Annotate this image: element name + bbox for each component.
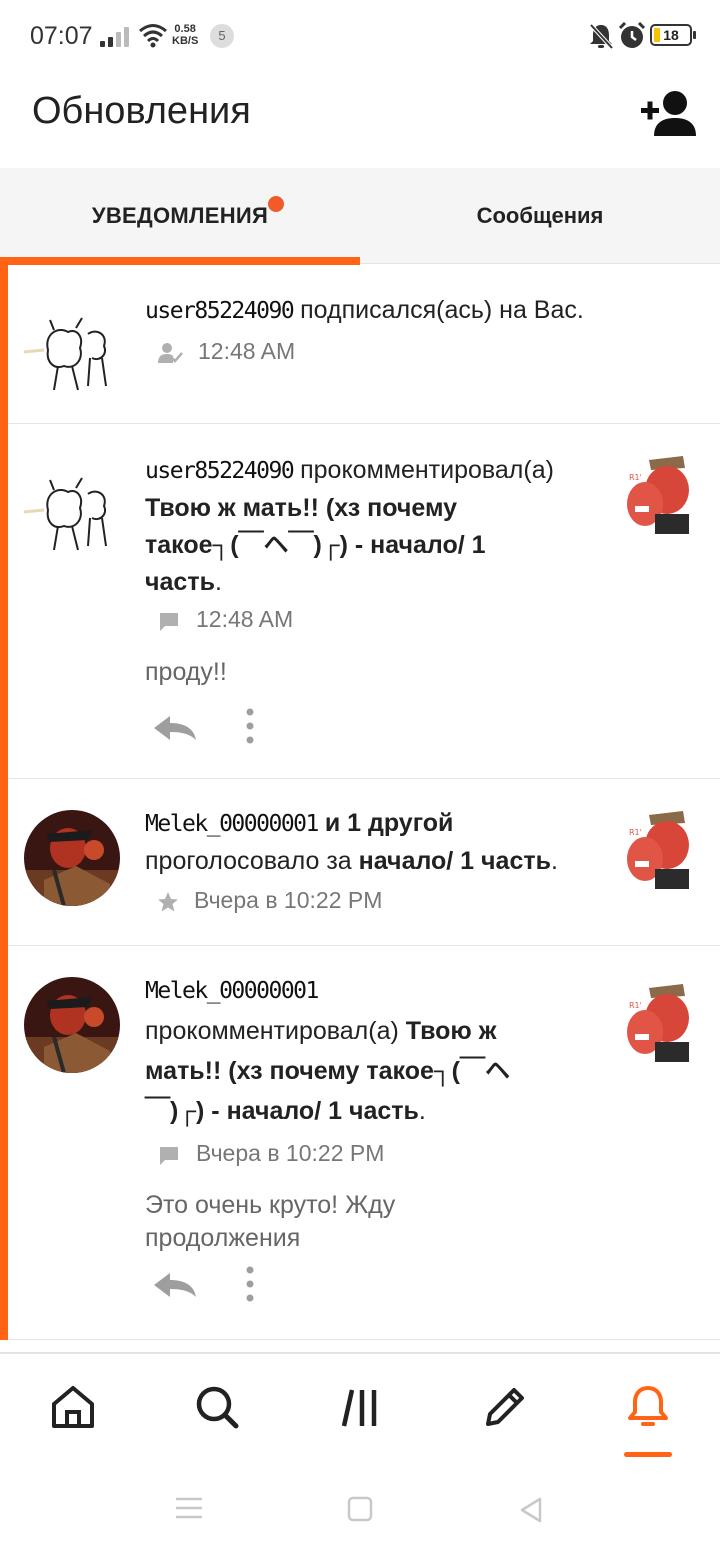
bottom-navigation — [0, 1352, 720, 1464]
svg-text:R1': R1' — [629, 473, 642, 482]
tab-bar: УВЕДОМЛЕНИЯ Сообщения — [0, 168, 720, 265]
notification-time: 12:48 AM — [196, 606, 294, 632]
user-avatar[interactable] — [24, 810, 120, 906]
notification-action: прокомментировал(а) — [145, 1017, 406, 1045]
unread-marker — [0, 264, 8, 1340]
notification-item[interactable]: R1' user85224090 прокомментировал(а) Тво… — [8, 424, 720, 779]
active-nav-indicator — [624, 1452, 672, 1457]
signal-icon — [100, 27, 129, 47]
notification-item[interactable]: R1' Melek_00000001 и 1 другой проголосов… — [8, 779, 720, 946]
battery-level: 18 — [663, 27, 679, 43]
story-title-line[interactable]: ￣)┌) - начало/ 1 часть — [145, 1097, 419, 1125]
notification-item[interactable]: user85224090 подписался(ась) на Вас. 12:… — [8, 264, 720, 424]
write-icon[interactable] — [480, 1382, 530, 1432]
comment-text: проду!! — [145, 658, 227, 686]
username-link[interactable]: user85224090 — [145, 458, 295, 484]
notifications-feed[interactable]: user85224090 подписался(ась) на Вас. 12:… — [0, 264, 720, 1340]
notification-action: проголосовало за — [145, 847, 359, 875]
notification-action: прокомментировал(а) — [293, 456, 554, 484]
back-icon[interactable] — [518, 1496, 544, 1524]
library-icon[interactable] — [336, 1382, 386, 1432]
network-speed: 0.58 KB/S — [172, 23, 198, 47]
story-thumbnail[interactable]: R1' — [625, 974, 695, 1062]
svg-text:R1': R1' — [629, 828, 642, 837]
tab-notifications-label: УВЕДОМЛЕНИЯ — [91, 203, 269, 228]
unread-dot — [268, 196, 284, 212]
username-link[interactable]: Melek_00000001 — [145, 811, 319, 837]
alarm-icon — [618, 22, 646, 48]
story-title-line: Твою ж мать!! (хз почему — [145, 494, 458, 522]
network-speed-value: 0.58 — [174, 23, 196, 35]
search-icon[interactable] — [192, 1382, 242, 1432]
user-avatar[interactable] — [24, 300, 120, 396]
story-thumbnail[interactable]: R1' — [625, 446, 695, 534]
battery-tip — [693, 31, 696, 39]
reply-icon[interactable] — [150, 1267, 200, 1301]
story-title-link[interactable]: Твою ж — [406, 1017, 497, 1045]
status-time: 07:07 — [30, 22, 93, 50]
comment-icon — [160, 1146, 178, 1165]
notification-text: user85224090 подписался(ась) на Вас. — [145, 292, 584, 330]
notification-meta: Вчера в 10:22 PM — [156, 887, 382, 914]
wifi-icon — [139, 24, 167, 48]
notification-meta: Вчера в 10:22 PM — [156, 1140, 384, 1167]
follow-icon — [158, 342, 183, 363]
notification-text: Melek_00000001 прокомментировал(а) Твою … — [145, 970, 615, 1131]
more-options-icon[interactable] — [242, 1264, 258, 1304]
app-header: Обновления — [0, 72, 720, 168]
notification-time: Вчера в 10:22 PM — [196, 1140, 385, 1166]
system-navigation — [0, 1464, 720, 1560]
notification-time: Вчера в 10:22 PM — [194, 887, 383, 913]
notification-text: user85224090 прокомментировал(а) Твою ж … — [145, 452, 615, 601]
home-button-icon[interactable] — [347, 1496, 373, 1522]
add-friend-icon[interactable] — [638, 88, 698, 140]
battery-fill — [654, 28, 660, 42]
comment-icon — [160, 612, 178, 631]
comment-text: Это очень круто! Жду продолжения — [145, 1189, 395, 1255]
notification-time: 12:48 AM — [198, 338, 296, 364]
username-link[interactable]: Melek_00000001 — [145, 978, 319, 1004]
username-link[interactable]: user85224090 — [145, 298, 295, 324]
notification-action: подписался(ась) на Вас. — [293, 296, 584, 324]
page-title: Обновления — [32, 90, 251, 132]
star-icon — [158, 891, 178, 912]
sentence-period: . — [550, 847, 558, 875]
sentence-period: . — [418, 1097, 426, 1125]
story-thumbnail[interactable]: R1' — [625, 801, 695, 889]
battery-indicator: 18 — [650, 24, 696, 46]
recent-apps-icon[interactable] — [174, 1496, 204, 1520]
comment-line: продолжения — [145, 1224, 301, 1252]
svg-text:R1': R1' — [629, 1001, 642, 1010]
tab-notifications[interactable]: УВЕДОМЛЕНИЯ — [0, 168, 360, 264]
home-icon[interactable] — [48, 1382, 98, 1432]
notification-text: Melek_00000001 и 1 другой проголосовало … — [145, 805, 615, 880]
story-title-line[interactable]: мать!! (хз почему такое┐(￣ヘ — [145, 1051, 615, 1091]
reply-icon[interactable] — [150, 710, 200, 744]
notification-meta: 12:48 AM — [156, 338, 295, 365]
and-others-link[interactable]: и 1 другой — [318, 809, 454, 837]
sentence-period: . — [214, 568, 222, 596]
story-title-line: часть — [145, 568, 215, 596]
comment-line: Это очень круто! Жду — [145, 1191, 396, 1219]
tab-messages[interactable]: Сообщения — [360, 168, 720, 264]
notification-item[interactable]: R1' Melek_00000001 прокомментировал(а) Т… — [8, 946, 720, 1340]
user-avatar[interactable] — [24, 977, 120, 1073]
story-title-link[interactable]: начало/ 1 часть — [359, 847, 551, 875]
network-speed-unit: KB/S — [172, 35, 199, 47]
notification-count-badge: 5 — [210, 24, 234, 48]
bell-icon[interactable] — [623, 1382, 673, 1432]
story-title-link[interactable]: Твою ж мать!! (хз почему такое┐(￣ヘ￣)┌) -… — [145, 490, 615, 601]
muted-bell-icon — [589, 23, 614, 50]
user-avatar[interactable] — [24, 460, 120, 556]
tab-messages-label: Сообщения — [476, 203, 604, 228]
notification-meta: 12:48 AM — [156, 606, 293, 633]
more-options-icon[interactable] — [242, 706, 258, 746]
story-title-line: такое┐(￣ヘ￣)┌) - начало/ 1 — [145, 531, 486, 559]
status-bar: 07:07 0.58 KB/S 5 18 — [0, 0, 720, 72]
